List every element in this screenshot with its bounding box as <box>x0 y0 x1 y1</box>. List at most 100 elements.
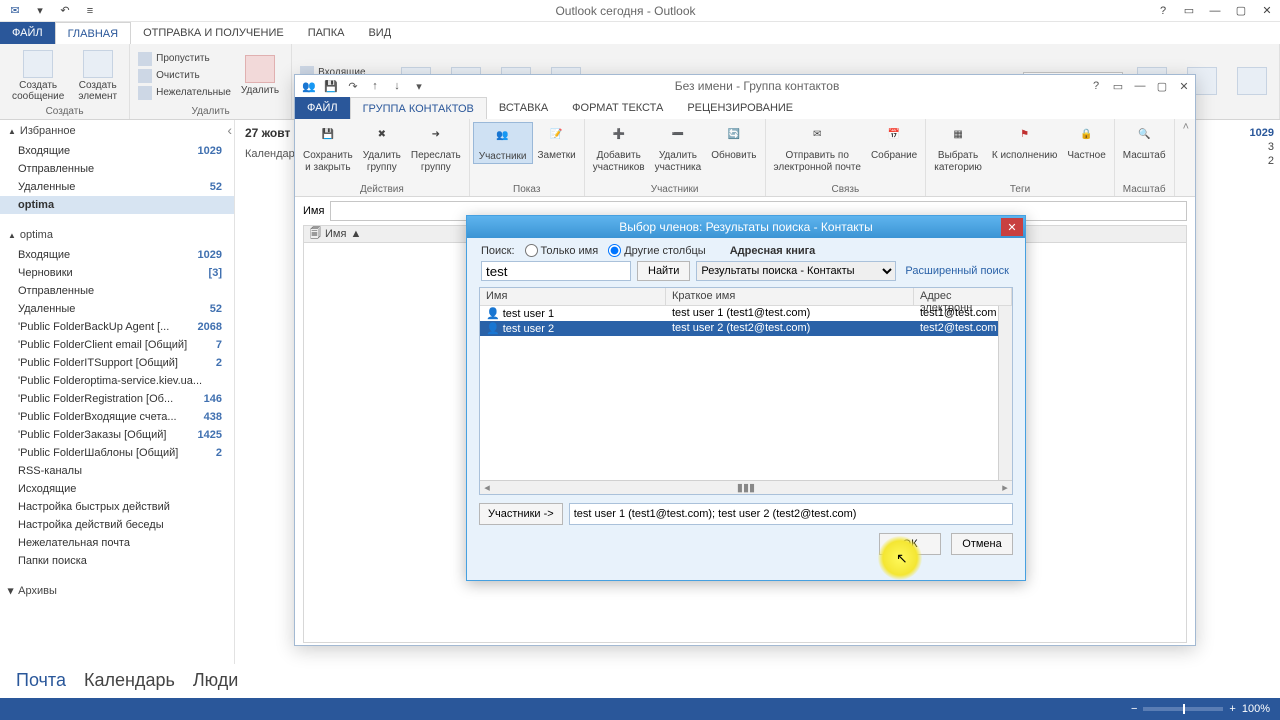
sw-minimize-icon[interactable]: — <box>1129 77 1151 95</box>
remove-member-button[interactable]: ➖Удалить участника <box>650 122 707 173</box>
tab-home[interactable]: ГЛАВНАЯ <box>55 22 131 44</box>
minimize-icon[interactable]: — <box>1202 1 1228 21</box>
search-input[interactable] <box>481 261 631 281</box>
only-name-radio[interactable]: Только имя <box>525 244 599 257</box>
zoom-button[interactable]: 🔍Масштаб <box>1118 122 1171 162</box>
col-name[interactable]: Имя <box>480 288 666 305</box>
sidebar-item[interactable]: 'Public FolderВходящие счета...438 <box>0 408 234 426</box>
members-field[interactable] <box>569 503 1013 525</box>
ok-button[interactable]: ОК <box>879 533 941 555</box>
sw-down-icon[interactable]: ↓ <box>387 77 407 95</box>
ribbon-display-icon[interactable]: ▭ <box>1176 1 1202 21</box>
category-button[interactable]: ▦Выбрать категорию <box>929 122 987 173</box>
sidebar-item[interactable]: Входящие1029 <box>0 246 234 264</box>
nav-mail[interactable]: Почта <box>16 670 66 691</box>
sw-maximize-icon[interactable]: ▢ <box>1151 77 1173 95</box>
result-row[interactable]: 👤 test user 1test user 1 (test1@test.com… <box>480 306 1012 321</box>
address-book-select[interactable]: Результаты поиска - Контакты <box>696 261 896 281</box>
sidebar-item[interactable]: 'Public Folderoptima-service.kiev.ua... <box>0 372 234 390</box>
sidebar-collapse-icon[interactable]: ‹ <box>227 122 232 138</box>
sidebar-item[interactable]: RSS-каналы <box>0 462 234 480</box>
sw-ribbon-opts-icon[interactable]: ▭ <box>1107 77 1129 95</box>
delete-group-button[interactable]: ✖Удалить группу <box>358 122 406 173</box>
save-close-button[interactable]: 💾Сохранить и закрыть <box>298 122 358 173</box>
zoom-in-icon[interactable]: + <box>1229 703 1235 715</box>
followup-button[interactable]: ⚑К исполнению <box>987 122 1062 162</box>
members-add-button[interactable]: Участники -> <box>479 503 563 525</box>
new-message-button[interactable]: Создать сообщение <box>6 50 70 102</box>
sidebar-item[interactable]: optima <box>0 196 234 214</box>
sidebar-item[interactable]: Удаленные52 <box>0 300 234 318</box>
sidebar-item[interactable]: Нежелательная почта <box>0 534 234 552</box>
zoom-slider[interactable] <box>1143 707 1223 711</box>
more-columns-radio[interactable]: Другие столбцы <box>608 244 706 257</box>
favorites-header[interactable]: ▲Избранное <box>0 120 234 142</box>
sw-more-icon[interactable]: ▾ <box>409 77 429 95</box>
sidebar-item[interactable]: 'Public FolderШаблоны [Общий]2 <box>0 444 234 462</box>
sw-tab-format[interactable]: ФОРМАТ ТЕКСТА <box>560 97 675 119</box>
tab-file[interactable]: ФАЙЛ <box>0 22 55 44</box>
sidebar-item[interactable]: Папки поиска <box>0 552 234 570</box>
sw-tab-review[interactable]: РЕЦЕНЗИРОВАНИЕ <box>675 97 805 119</box>
sidebar-item[interactable]: Отправленные <box>0 282 234 300</box>
meeting-button[interactable]: 📅Собрание <box>866 122 922 162</box>
account-header[interactable]: ▲optima <box>0 224 234 246</box>
sw-up-icon[interactable]: ↑ <box>365 77 385 95</box>
members-button[interactable]: 👥Участники <box>473 122 533 164</box>
sw-close-icon[interactable]: ✕ <box>1173 77 1195 95</box>
clean-button[interactable]: Очистить <box>136 68 233 84</box>
col-email[interactable]: Адрес электронн <box>914 288 1012 305</box>
sidebar-item[interactable]: 'Public FolderITSupport [Общий]2 <box>0 354 234 372</box>
add-members-button[interactable]: ➕Добавить участников <box>588 122 650 173</box>
junk-button[interactable]: Нежелательные <box>136 85 233 101</box>
close-icon[interactable]: ✕ <box>1254 1 1280 21</box>
archives-header[interactable]: ▶Архивы <box>0 580 234 602</box>
sidebar-item[interactable]: 'Public FolderClient email [Общий]7 <box>0 336 234 354</box>
zoom-out-icon[interactable]: − <box>1131 703 1137 715</box>
sidebar-item[interactable]: Настройка действий беседы <box>0 516 234 534</box>
sidebar-item[interactable]: Отправленные <box>0 160 234 178</box>
result-row[interactable]: 👤 test user 2test user 2 (test2@test.com… <box>480 321 1012 336</box>
nav-people[interactable]: Люди <box>193 670 238 691</box>
new-item-button[interactable]: Создать элемент <box>72 50 123 102</box>
private-button[interactable]: 🔒Частное <box>1062 122 1110 162</box>
tab-view[interactable]: ВИД <box>356 22 403 44</box>
grid-scrollbar-h[interactable]: ◂▮▮▮▸ <box>480 480 1012 494</box>
sidebar-item[interactable]: Настройка быстрых действий <box>0 498 234 516</box>
maximize-icon[interactable]: ▢ <box>1228 1 1254 21</box>
qat-more-icon[interactable]: ≡ <box>79 1 101 21</box>
sidebar-item[interactable]: 'Public FolderRegistration [Об...146 <box>0 390 234 408</box>
sidebar-item[interactable]: Исходящие <box>0 480 234 498</box>
email-button[interactable]: ✉Отправить по электронной почте <box>769 122 866 173</box>
notes-button[interactable]: 📝Заметки <box>533 122 581 162</box>
sw-undo-icon[interactable]: ↷ <box>343 77 363 95</box>
undo-icon[interactable]: ↶ <box>54 1 76 21</box>
sw-help-icon[interactable]: ? <box>1085 77 1107 95</box>
ignore-button[interactable]: Пропустить <box>136 51 233 67</box>
cancel-button[interactable]: Отмена <box>951 533 1013 555</box>
help-icon[interactable]: ? <box>1150 1 1176 21</box>
sidebar-item[interactable]: Удаленные52 <box>0 178 234 196</box>
sidebar-item[interactable]: 'Public FolderBackUp Agent [...2068 <box>0 318 234 336</box>
tab-folder[interactable]: ПАПКА <box>296 22 357 44</box>
sw-ribbon-collapse-icon[interactable]: ˄ <box>1177 119 1195 196</box>
sidebar-item[interactable]: Черновики[3] <box>0 264 234 282</box>
sw-tab-group[interactable]: ГРУППА КОНТАКТОВ <box>350 97 487 119</box>
sort-asc-icon[interactable]: ▲ <box>350 228 361 240</box>
delete-button[interactable]: Удалить <box>235 55 285 96</box>
sidebar-item[interactable]: Входящие1029 <box>0 142 234 160</box>
sw-tab-insert[interactable]: ВСТАВКА <box>487 97 560 119</box>
advanced-search-link[interactable]: Расширенный поиск <box>905 265 1015 277</box>
tab-sendrecv[interactable]: ОТПРАВКА И ПОЛУЧЕНИЕ <box>131 22 296 44</box>
sw-tab-file[interactable]: ФАЙЛ <box>295 97 350 119</box>
sw-save-icon[interactable]: 💾 <box>321 77 341 95</box>
nav-calendar[interactable]: Календарь <box>84 670 175 691</box>
forward-group-button[interactable]: ➜Переслать группу <box>406 122 466 173</box>
dialog-close-icon[interactable]: ✕ <box>1001 218 1023 236</box>
qat-dropdown-icon[interactable]: ▾ <box>29 1 51 21</box>
col-short[interactable]: Краткое имя <box>666 288 914 305</box>
sidebar-item[interactable]: 'Public FolderЗаказы [Общий]1425 <box>0 426 234 444</box>
find-button[interactable]: Найти <box>637 261 690 281</box>
grid-scrollbar-v[interactable] <box>998 306 1012 480</box>
refresh-button[interactable]: 🔄Обновить <box>706 122 761 162</box>
